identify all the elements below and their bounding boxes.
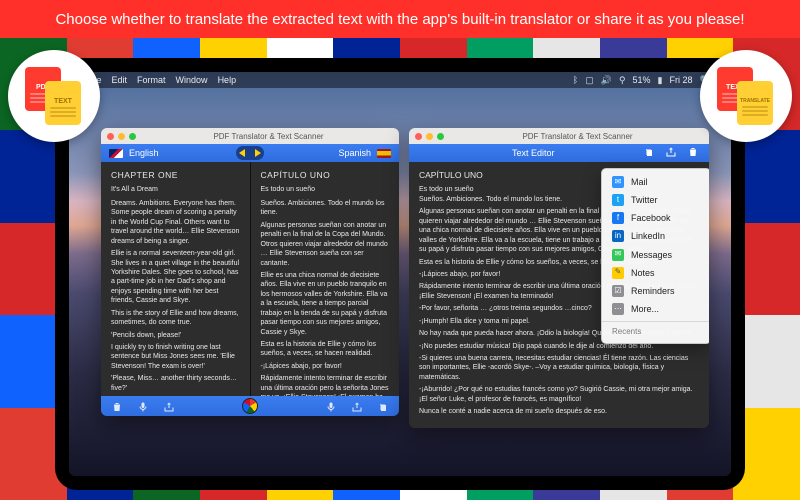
- mic-icon[interactable]: [137, 400, 149, 412]
- spain-flag-icon: [377, 149, 391, 158]
- close-icon[interactable]: [107, 133, 114, 140]
- window-title: PDF Translator & Text Scanner: [452, 132, 703, 141]
- battery-percent: 51%: [633, 75, 651, 85]
- airplay-icon[interactable]: ▢: [585, 75, 594, 86]
- swap-languages-button[interactable]: [236, 146, 264, 160]
- editor-header-label: Text Editor: [512, 148, 555, 158]
- minimize-icon[interactable]: [118, 133, 125, 140]
- uk-flag-icon: [109, 149, 123, 158]
- close-icon[interactable]: [415, 133, 422, 140]
- badge-pdf-to-text: PDF TEXT: [8, 50, 100, 142]
- wifi-icon[interactable]: ⚲: [619, 75, 626, 86]
- source-chapter: CHAPTER ONE: [111, 170, 240, 181]
- doc-text-icon: TEXT: [45, 81, 81, 125]
- notes-icon: ✎: [612, 267, 624, 279]
- target-chapter: CAPÍTULO UNO: [261, 170, 390, 181]
- source-language-picker[interactable]: English: [101, 148, 236, 158]
- share-recents-header: Recents: [602, 325, 709, 339]
- menubar-date[interactable]: Fri 28: [670, 75, 693, 85]
- copy-icon[interactable]: [643, 146, 655, 160]
- linkedin-icon: in: [612, 230, 624, 242]
- battery-icon[interactable]: ▮: [658, 75, 663, 86]
- mail-icon: ✉: [612, 176, 624, 188]
- window-controls[interactable]: [415, 133, 444, 140]
- source-language-label: English: [129, 148, 159, 158]
- menubar[interactable]: File Edit Format Window Help ᛒ ▢ 🔊 ⚲ 51%…: [69, 72, 731, 88]
- share-menu-divider: [602, 321, 709, 322]
- share-item-linkedin[interactable]: inLinkedIn: [602, 227, 709, 245]
- share-item-messages[interactable]: ✉Messages: [602, 246, 709, 264]
- language-bar: English Spanish: [101, 144, 399, 162]
- share-item-notes[interactable]: ✎Notes: [602, 264, 709, 282]
- share-menu[interactable]: ✉Mail tTwitter fFacebook inLinkedIn ✉Mes…: [601, 168, 709, 344]
- language-globe-icon[interactable]: [242, 398, 258, 414]
- badge-text-to-translate: TEXT TRANSLATE: [700, 50, 792, 142]
- menu-help[interactable]: Help: [218, 75, 237, 85]
- share-icon[interactable]: [351, 400, 363, 412]
- target-subtitle: Es todo un sueño: [261, 185, 390, 194]
- share-item-reminders[interactable]: ☑Reminders: [602, 282, 709, 300]
- translator-toolbar: [101, 396, 399, 416]
- desktop: File Edit Format Window Help ᛒ ▢ 🔊 ⚲ 51%…: [69, 72, 731, 476]
- translator-window[interactable]: PDF Translator & Text Scanner English Sp…: [101, 128, 399, 416]
- promo-text: Choose whether to translate the extracte…: [55, 11, 744, 28]
- more-icon: ⋯: [612, 303, 624, 315]
- editor-body[interactable]: CAPÍTULO UNO Es todo un sueño Sueños. Am…: [409, 162, 709, 428]
- reminders-icon: ☑: [612, 285, 624, 297]
- menu-edit[interactable]: Edit: [112, 75, 128, 85]
- share-icon[interactable]: [665, 146, 677, 160]
- target-text-pane[interactable]: CAPÍTULO UNO Es todo un sueño Sueños. Am…: [250, 162, 400, 396]
- trash-icon[interactable]: [111, 400, 123, 412]
- target-language-label: Spanish: [338, 148, 371, 158]
- menu-format[interactable]: Format: [137, 75, 166, 85]
- twitter-icon: t: [612, 194, 624, 206]
- volume-icon[interactable]: 🔊: [601, 75, 612, 86]
- minimize-icon[interactable]: [426, 133, 433, 140]
- target-language-picker[interactable]: Spanish: [264, 148, 399, 158]
- mic-icon[interactable]: [325, 400, 337, 412]
- share-icon[interactable]: [163, 400, 175, 412]
- titlebar[interactable]: PDF Translator & Text Scanner: [101, 128, 399, 144]
- messages-icon: ✉: [612, 249, 624, 261]
- copy-icon[interactable]: [377, 400, 389, 412]
- share-item-twitter[interactable]: tTwitter: [602, 191, 709, 209]
- share-item-mail[interactable]: ✉Mail: [602, 173, 709, 191]
- window-title: PDF Translator & Text Scanner: [144, 132, 393, 141]
- titlebar[interactable]: PDF Translator & Text Scanner: [409, 128, 709, 144]
- zoom-icon[interactable]: [437, 133, 444, 140]
- text-editor-window[interactable]: PDF Translator & Text Scanner x Text Edi…: [409, 128, 709, 428]
- editor-header-bar: x Text Editor: [409, 144, 709, 162]
- trash-icon[interactable]: [687, 146, 699, 160]
- source-subtitle: It's All a Dream: [111, 185, 240, 194]
- share-item-facebook[interactable]: fFacebook: [602, 209, 709, 227]
- source-text-pane[interactable]: CHAPTER ONE It's All a Dream Dreams. Amb…: [101, 162, 250, 396]
- doc-translate-icon: TRANSLATE: [737, 81, 773, 125]
- share-item-more[interactable]: ⋯More...: [602, 300, 709, 318]
- zoom-icon[interactable]: [129, 133, 136, 140]
- menu-window[interactable]: Window: [176, 75, 208, 85]
- promo-banner: Choose whether to translate the extracte…: [0, 0, 800, 38]
- facebook-icon: f: [612, 212, 624, 224]
- window-controls[interactable]: [107, 133, 136, 140]
- bluetooth-icon[interactable]: ᛒ: [573, 75, 578, 85]
- laptop-frame: File Edit Format Window Help ᛒ ▢ 🔊 ⚲ 51%…: [55, 58, 745, 490]
